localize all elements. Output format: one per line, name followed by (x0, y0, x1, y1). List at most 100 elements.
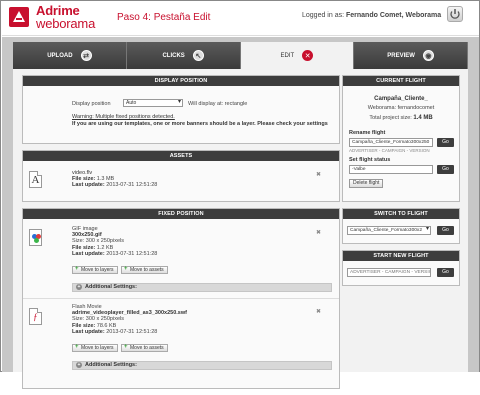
left-column: DISPLAY POSITION Display position Auto W… (22, 75, 340, 395)
total-size-value: 1.4 MB (413, 115, 433, 121)
rename-hint: ADVERTISER - CAMPAIGN - VERSION (349, 148, 430, 153)
fixed-position-box: FIXED POSITION GIF image 300x250.gif Siz… (22, 208, 340, 389)
main-area: UPLOAD ⇄ CLICKS ↖ EDIT ✕ PREVIEW ◉ DISPL… (2, 37, 479, 389)
power-icon[interactable] (447, 6, 463, 22)
eye-icon: ◉ (422, 50, 434, 61)
display-position-body: Display position Auto Will display at: r… (23, 86, 339, 143)
tab-clicks-label: CLICKS (162, 52, 185, 59)
logged-in-info: Logged in as: Fernando Comet, Weborama (302, 12, 441, 19)
flight-status-label: Set flight status (349, 157, 391, 163)
wrench-icon: ✕ (302, 50, 314, 61)
new-go-button[interactable]: Go (437, 268, 454, 277)
additional-settings-toggle[interactable]: Additional Settings: (72, 283, 332, 292)
asset-file-size: 1.3 MB (96, 176, 115, 183)
tab-upload[interactable]: UPLOAD ⇄ (13, 42, 127, 69)
new-flight-box: START NEW FLIGHT Go (342, 250, 460, 286)
assets-header: ASSETS (23, 151, 339, 161)
brand-wordmark: Adrime weborama (36, 4, 95, 30)
logged-prefix: Logged in as: (302, 12, 345, 19)
delete-icon[interactable]: ✖ (316, 308, 321, 315)
file-size-label: File size: (72, 244, 96, 251)
last-update-label: Last update: (72, 182, 105, 189)
flash-file-icon: ƒ (29, 308, 42, 325)
new-flight-input[interactable] (347, 268, 431, 277)
text-file-icon: A (29, 171, 42, 188)
delete-icon[interactable]: ✖ (316, 229, 321, 236)
last-update-label: Last update: (72, 328, 105, 335)
tab-clicks[interactable]: CLICKS ↖ (126, 42, 241, 69)
fixed-item-1-size: 300 x 250pixels (85, 238, 124, 245)
tab-upload-label: UPLOAD (47, 52, 73, 59)
campaign-name: Campaña_Cliente_ (374, 96, 428, 102)
new-flight-body: Go (343, 261, 459, 285)
move-to-layers-button[interactable]: Move to layers (72, 266, 118, 274)
tab-edit-label: EDIT (280, 52, 295, 59)
current-flight-header: CURRENT FLIGHT (343, 76, 459, 86)
file-size-label: File size: (72, 176, 96, 183)
fixed-item-1-last-update-row: Last update: 2013-07-31 12:51:28 (72, 251, 157, 257)
rename-go-button[interactable]: Go (437, 138, 454, 147)
rename-flight-label: Rename flight (349, 130, 386, 136)
fixed-item-2-last-update: 2013-07-31 12:51:28 (106, 328, 158, 335)
switch-flight-body: Campaña_Cliente_Formato300x2 Go (343, 219, 459, 243)
fixed-item-1-meta: GIF image 300x250.gif Size: 300 x 250pix… (72, 226, 157, 257)
display-position-box: DISPLAY POSITION Display position Auto W… (22, 75, 340, 144)
edit-panel: DISPLAY POSITION Display position Auto W… (13, 69, 468, 389)
fixed-item-1-file-size: 1.2 KB (96, 244, 114, 251)
current-flight-body: Campaña_Cliente_ Weborama: fernandocomet… (343, 86, 459, 201)
asset-meta: video.flv File size: 1.3 MB Last update:… (72, 170, 157, 189)
new-flight-header: START NEW FLIGHT (343, 251, 459, 261)
weborama-account: Weborama: fernandocomet (367, 105, 435, 111)
move-to-assets-button[interactable]: Move to assets (121, 344, 168, 352)
last-update-label: Last update: (72, 250, 105, 257)
file-size-label: File size: (72, 322, 96, 329)
asset-last-update: 2013-07-31 12:51:28 (106, 182, 158, 189)
right-column: CURRENT FLIGHT Campaña_Cliente_ Weborama… (342, 75, 460, 292)
switch-flight-box: SWITCH TO FLIGHT Campaña_Cliente_Formato… (342, 208, 460, 244)
fixed-position-header: FIXED POSITION (23, 209, 339, 219)
additional-settings-toggle[interactable]: Additional Settings: (72, 361, 332, 370)
status-go-button[interactable]: Go (437, 165, 454, 174)
logged-user: Fernando Comet, Weborama (346, 12, 442, 19)
warning-text: If you are using our templates, one or m… (72, 121, 328, 127)
size-label: Size: (72, 238, 85, 245)
fixed-item-2-last-update-row: Last update: 2013-07-31 12:51:28 (72, 329, 187, 335)
asset-last-update-row: Last update: 2013-07-31 12:51:28 (72, 182, 157, 188)
will-display-text: Will display at: rectangle (188, 101, 248, 107)
switch-flight-header: SWITCH TO FLIGHT (343, 209, 459, 219)
tab-preview-label: PREVIEW (387, 52, 415, 59)
fixed-item-2-size: 300 x 250pixels (85, 316, 124, 323)
switch-flight-select[interactable]: Campaña_Cliente_Formato300x2 (347, 226, 431, 235)
brand-line2: weborama (36, 16, 96, 31)
move-to-layers-button[interactable]: Move to layers (72, 344, 118, 352)
fixed-position-body: GIF image 300x250.gif Size: 300 x 250pix… (23, 219, 339, 388)
total-project-size: Total project size: 1.4 MB (343, 115, 459, 121)
assets-box: ASSETS A video.flv File size: 1.3 MB Las… (22, 150, 340, 202)
gif-file-icon (29, 229, 42, 246)
fixed-item-2-file-size: 78.6 KB (96, 322, 117, 329)
display-position-select[interactable]: Auto (123, 99, 183, 107)
power-glyph-icon (450, 9, 460, 19)
cursor-icon: ↖ (192, 50, 204, 61)
size-label: Size: (72, 316, 85, 323)
display-position-header: DISPLAY POSITION (23, 76, 339, 86)
header: Adrime weborama Paso 4: Pestaña Edit Log… (2, 2, 479, 36)
fixed-item-2-meta: Flash Movie adrime_videoplayer_filled_as… (72, 304, 187, 335)
delete-icon[interactable]: ✖ (316, 171, 321, 178)
arrows-icon: ⇄ (80, 50, 92, 61)
tab-preview[interactable]: PREVIEW ◉ (354, 42, 468, 69)
flight-status-select[interactable]: -Valbe (349, 165, 433, 174)
divider (23, 298, 339, 299)
adrime-logo (9, 7, 29, 27)
step-tabs: UPLOAD ⇄ CLICKS ↖ EDIT ✕ PREVIEW ◉ (13, 42, 468, 69)
step-title: Paso 4: Pestaña Edit (117, 12, 211, 23)
switch-go-button[interactable]: Go (437, 226, 454, 235)
delete-flight-button[interactable]: Delete flight (349, 179, 384, 188)
move-to-assets-button[interactable]: Move to assets (121, 266, 168, 274)
display-position-label: Display position (72, 101, 111, 107)
current-flight-box: CURRENT FLIGHT Campaña_Cliente_ Weborama… (342, 75, 460, 202)
fixed-item-1-last-update: 2013-07-31 12:51:28 (106, 250, 158, 257)
total-size-label: Total project size: (369, 115, 412, 121)
rename-flight-input[interactable]: Campaña_Cliente_Formato300x250 (349, 138, 433, 147)
tab-edit[interactable]: EDIT ✕ (240, 42, 355, 69)
